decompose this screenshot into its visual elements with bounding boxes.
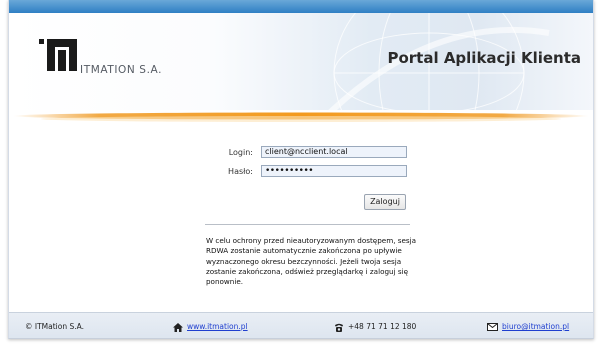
email-item: biuro@itmation.pl (487, 322, 569, 331)
phone-icon (335, 323, 343, 332)
website-item: www.itmation.pl (173, 322, 248, 332)
login-label: Login: (228, 148, 253, 157)
orange-accent-line (13, 112, 589, 122)
password-label: Hasło: (228, 167, 253, 176)
footer: © ITMation S.A. www.itmation.pl +48 71 7… (9, 312, 593, 338)
password-input[interactable]: •••••••••• (261, 165, 407, 177)
company-name: ITMATION S.A. (80, 64, 163, 76)
phone-item: +48 71 71 12 180 (334, 322, 416, 332)
email-link[interactable]: biuro@itmation.pl (502, 322, 569, 331)
portal-title: Portal Aplikacji Klienta (387, 49, 581, 67)
login-button[interactable]: Zaloguj (364, 194, 406, 210)
website-link[interactable]: www.itmation.pl (187, 322, 248, 331)
envelope-icon (487, 323, 498, 331)
home-icon (173, 322, 183, 332)
top-bar (9, 0, 593, 13)
header: ITMATION S.A. Portal Aplikacji Klienta (9, 13, 593, 110)
login-page: ITMATION S.A. Portal Aplikacji Klienta L… (8, 0, 594, 339)
phone-number: +48 71 71 12 180 (348, 322, 417, 331)
copyright-text: © ITMation S.A. (25, 322, 85, 331)
session-notice: W celu ochrony przed nieautoryzowanym do… (206, 236, 417, 287)
login-input[interactable]: client@ncclient.local (261, 146, 407, 158)
form-divider (205, 224, 410, 225)
